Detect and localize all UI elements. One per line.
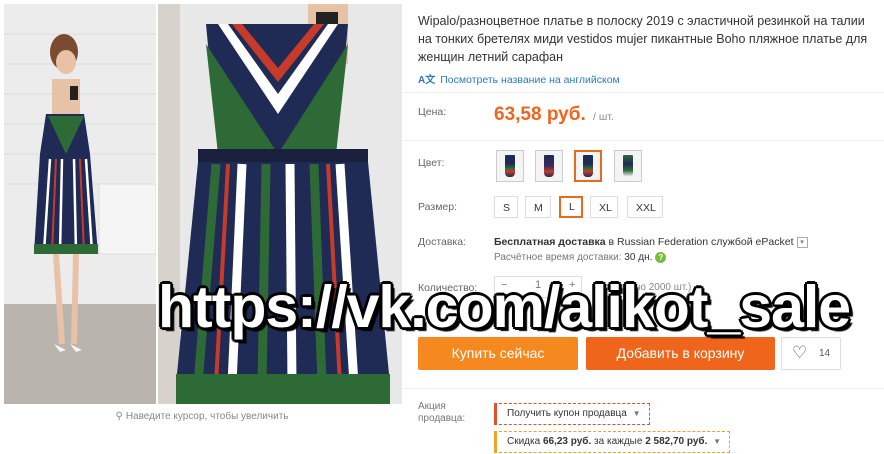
translate-icon: A文 (418, 75, 436, 86)
discount-dropdown[interactable]: Скидка 66,23 руб. за каждые 2 582,70 руб… (494, 431, 731, 453)
chevron-down-icon: ▼ (632, 409, 641, 418)
chevron-down-icon: ▼ (713, 437, 722, 446)
translate-link-text[interactable]: Посмотреть название на английском (440, 74, 620, 86)
delivery-time: Расчётное время доставки: 30 дн.? (494, 252, 667, 264)
color-swatch-1[interactable] (496, 150, 524, 182)
size-option-xl[interactable]: XL (590, 196, 618, 218)
help-icon[interactable]: ? (655, 252, 667, 263)
divider (404, 388, 884, 389)
promo-label: Акция продавца: (418, 401, 466, 424)
translate-link[interactable]: A文 Посмотреть название на английском (418, 71, 620, 86)
color-swatch-3-selected[interactable] (574, 150, 602, 182)
size-option-l-selected[interactable]: L (559, 196, 583, 218)
watermark-url: https://vk.com/alikot_sale (158, 274, 851, 340)
delivery-time-value: 30 дн. (624, 252, 653, 264)
divider (404, 92, 884, 93)
price-unit: / шт. (593, 111, 614, 123)
chevron-down-icon[interactable]: ▾ (796, 236, 808, 248)
color-swatch-2[interactable] (535, 150, 563, 182)
wishlist-count: 14 (819, 348, 831, 359)
divider (404, 140, 884, 141)
shipping-service: службой ePacket (711, 236, 794, 248)
product-info: Wipalo/разноцветное платье в полоску 201… (404, 0, 884, 454)
size-option-m[interactable]: M (525, 196, 551, 218)
product-thumbnail-photo[interactable] (4, 4, 156, 404)
size-option-xxl[interactable]: XXL (627, 196, 663, 218)
discount-threshold: 2 582,70 руб. (645, 436, 708, 447)
delivery-time-label: Расчётное время доставки: (494, 252, 622, 264)
zoom-hint: ⚲ Наведите курсор, чтобы увеличить (0, 411, 404, 422)
color-label: Цвет: (418, 157, 445, 169)
seller-coupon-text[interactable]: Получить купон продавца (507, 408, 627, 419)
shipping-label: Доставка: (418, 236, 467, 248)
price-value: 63,58 руб. (494, 104, 586, 125)
size-label: Размер: (418, 201, 458, 213)
shipping-country: Russian Federation (617, 236, 709, 248)
zoom-hint-text: Наведите курсор, чтобы увеличить (125, 411, 289, 422)
price-label: Цена: (418, 106, 447, 118)
magnifier-icon: ⚲ (115, 411, 123, 422)
discount-amount: 66,23 руб. (542, 436, 592, 447)
discount-mid: за каждые (594, 436, 643, 447)
heart-icon: ♡ (792, 343, 808, 362)
product-main-photo[interactable] (158, 4, 402, 404)
product-title: Wipalo/разноцветное платье в полоску 201… (418, 14, 868, 64)
discount-prefix: Скидка (507, 436, 541, 447)
shipping-in: в (608, 236, 615, 248)
size-option-s[interactable]: S (494, 196, 518, 218)
shipping-method: Бесплатная доставка в Russian Federation… (494, 236, 808, 248)
shipping-free: Бесплатная доставка (494, 236, 606, 248)
color-swatch-4[interactable] (614, 150, 642, 182)
product-gallery: ⚲ Наведите курсор, чтобы увеличить (0, 0, 404, 454)
seller-coupon-dropdown[interactable]: Получить купон продавца ▼ (494, 403, 650, 425)
